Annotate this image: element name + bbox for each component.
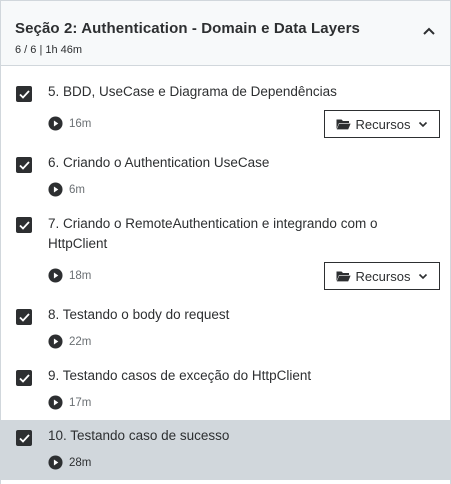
- play-circle-icon: [48, 182, 63, 197]
- resources-dropdown-button[interactable]: Recursos: [324, 262, 440, 290]
- lecture-title: 7. Criando o RemoteAuthentication e inte…: [48, 216, 378, 251]
- section-progress-meta: 6 / 6 | 1h 46m: [15, 44, 83, 56]
- lecture-item[interactable]: 5. BDD, UseCase e Diagrama de Dependênci…: [1, 66, 450, 146]
- checkmark-icon: [18, 89, 30, 99]
- completed-checkbox[interactable]: [16, 217, 32, 233]
- play-circle-icon: [48, 395, 63, 410]
- duration-label: 17m: [69, 396, 92, 409]
- chevron-down-icon: [419, 273, 428, 280]
- folder-open-icon: [336, 119, 351, 130]
- checkmark-icon: [18, 160, 30, 170]
- section-title: Seção 2: Authentication - Domain e Data …: [15, 20, 360, 37]
- chevron-down-icon: [419, 121, 428, 128]
- play-circle-icon: [48, 455, 63, 470]
- lecture-item[interactable]: 9. Testando casos de exceção do HttpClie…: [1, 360, 450, 420]
- resources-dropdown-button[interactable]: Recursos: [324, 110, 440, 138]
- lecture-title: 6. Criando o Authentication UseCase: [48, 155, 270, 170]
- play-circle-icon: [48, 268, 63, 283]
- duration-label: 18m: [69, 269, 92, 282]
- duration-label: 16m: [69, 117, 92, 130]
- lecture-item[interactable]: 7. Criando o RemoteAuthentication e inte…: [1, 206, 450, 300]
- completed-checkbox[interactable]: [16, 157, 32, 173]
- divider: [1, 479, 450, 480]
- collapse-section-button[interactable]: [419, 21, 439, 41]
- completed-checkbox[interactable]: [16, 309, 32, 325]
- lecture-title: 10. Testando caso de sucesso: [48, 428, 230, 443]
- checkmark-icon: [18, 220, 30, 230]
- duration-label: 28m: [69, 456, 92, 469]
- play-circle-icon: [48, 116, 63, 131]
- lecture-item-current[interactable]: 10. Testando caso de sucesso 28m: [1, 420, 450, 479]
- course-content-panel: Seção 2: Authentication - Domain e Data …: [0, 0, 451, 484]
- lecture-duration: 6m: [48, 182, 85, 197]
- lecture-duration: 18m: [48, 268, 91, 283]
- duration-label: 6m: [69, 183, 85, 196]
- resources-label: Recursos: [355, 268, 411, 284]
- lecture-duration: 16m: [48, 116, 91, 131]
- chevron-up-icon: [423, 27, 435, 35]
- resources-label: Recursos: [355, 116, 411, 132]
- lecture-title: 9. Testando casos de exceção do HttpClie…: [48, 368, 312, 383]
- play-circle-icon: [48, 334, 63, 349]
- lecture-item[interactable]: 6. Criando o Authentication UseCase 6m: [1, 146, 450, 206]
- checkmark-icon: [18, 433, 30, 443]
- completed-checkbox[interactable]: [16, 430, 32, 446]
- section-header[interactable]: Seção 2: Authentication - Domain e Data …: [1, 0, 450, 66]
- folder-open-icon: [336, 271, 351, 282]
- lecture-title: 8. Testando o body do request: [48, 307, 230, 322]
- lecture-duration: 17m: [48, 395, 91, 410]
- lecture-duration: 22m: [48, 334, 91, 349]
- checkmark-icon: [18, 373, 30, 383]
- duration-label: 22m: [69, 335, 92, 348]
- completed-checkbox[interactable]: [16, 86, 32, 102]
- completed-checkbox[interactable]: [16, 370, 32, 386]
- lecture-duration: 28m: [48, 455, 91, 470]
- lecture-item[interactable]: 8. Testando o body do request 22m: [1, 300, 450, 360]
- lecture-title: 5. BDD, UseCase e Diagrama de Dependênci…: [48, 84, 337, 99]
- checkmark-icon: [18, 312, 30, 322]
